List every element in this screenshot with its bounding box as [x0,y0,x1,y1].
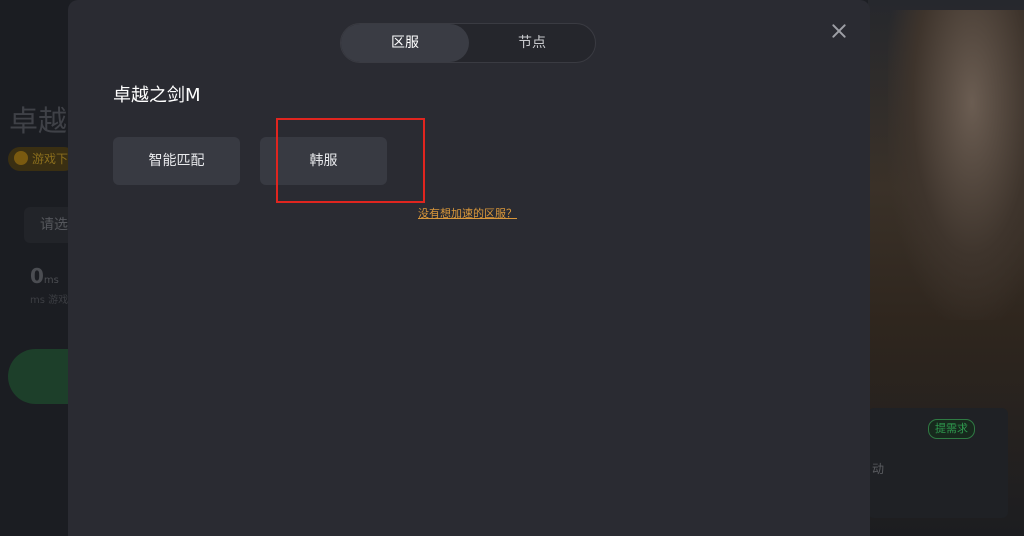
background-download-badge: 游戏下 [8,147,77,171]
background-left-panel: 卓越之 游戏下 请选 0ms ms 游戏延 [0,0,100,536]
tab-switcher: 区服 节点 [340,23,596,63]
server-select-modal: 区服 节点 卓越之剑M 智能匹配 韩服 没有想加速的区服？ [68,0,870,536]
game-title: 卓越之剑M [113,85,201,106]
background-feedback-tag: 提需求 [928,419,975,439]
background-badge-label: 游戏下 [32,152,69,166]
server-option-korea[interactable]: 韩服 [260,137,387,185]
background-ping: 0ms [30,264,59,288]
missing-server-link[interactable]: 没有想加速的区服？ [418,205,517,221]
tab-node[interactable]: 节点 [468,24,596,62]
background-ping-unit: ms [43,275,59,286]
download-icon [14,151,28,165]
server-option-smart-match[interactable]: 智能匹配 [113,137,240,185]
tab-server[interactable]: 区服 [341,24,469,62]
background-character-art [888,10,1024,320]
close-icon[interactable] [828,20,850,42]
background-right-panel [868,0,1024,536]
background-ping-value: 0 [30,264,44,288]
background-side-text: 动 [872,462,885,476]
